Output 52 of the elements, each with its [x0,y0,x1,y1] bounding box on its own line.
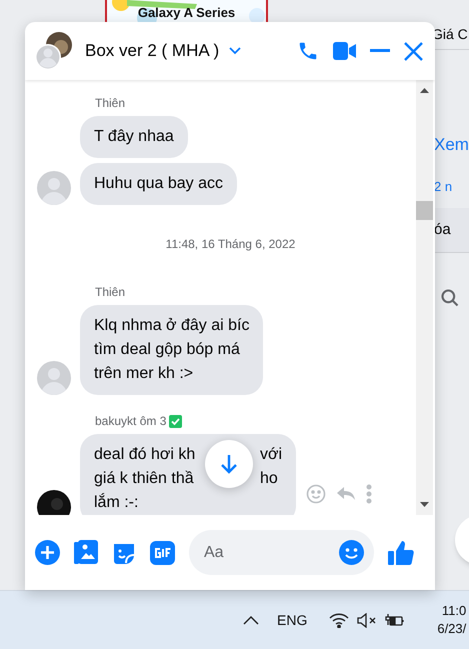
thumbs-up-icon[interactable] [388,540,414,566]
message-field[interactable]: Aa [204,540,339,564]
timestamp: 11:48, 16 Tháng 6, 2022 [164,236,296,253]
message-text: deal đó hơi kh [94,446,196,463]
arrow-down-icon [220,454,238,474]
wifi-icon[interactable] [329,612,350,628]
list-row[interactable]: óa [432,208,469,253]
ad-title: Galaxy A Series [138,5,236,21]
sender-name: Thiên [95,284,126,301]
message-text: trên mer kh :> [94,365,194,382]
row-label: óa [433,220,451,240]
message-text: Huhu qua bay acc [94,175,223,192]
message-text: tìm deal gộp bóp má [94,341,240,358]
gif-icon[interactable] [150,540,175,564]
image-icon[interactable] [74,540,98,565]
sender-name: Thiên [95,95,126,112]
scroll-thumb[interactable] [416,201,433,220]
search-icon[interactable] [440,288,460,308]
clock-time[interactable]: 11:0 [442,602,466,620]
chevron-up-icon[interactable] [243,616,259,624]
message-bubble[interactable]: T đây nhaa [80,116,188,158]
clock-date[interactable]: 6/23/ [431,620,466,638]
see-more-link[interactable]: Xem [432,132,469,158]
timestamp-link[interactable]: 2 n [432,176,452,196]
group-avatar[interactable] [35,32,75,70]
message-text: lắm :-: [94,494,138,511]
sender-name: bakuykt ôm 3 [95,413,166,430]
video-call-icon[interactable] [333,42,356,60]
message-text: ho [260,470,278,487]
language-indicator[interactable]: ENG [277,610,308,630]
message-bubble[interactable]: Huhu qua bay acc [80,163,237,205]
close-icon[interactable] [404,42,423,60]
chevron-down-icon [229,47,242,55]
message-text: Klq nhma ở đây ai bíc [94,317,250,334]
phone-icon[interactable] [297,40,319,62]
message-bubble[interactable]: deal đó hơi kh với giá k thiên thầ ho lắm :-: [80,434,296,515]
ad-banner[interactable]: Galaxy A Series [105,0,268,22]
message-text: T đây nhaa [94,128,174,145]
minimize-icon[interactable] [370,49,390,53]
avatar[interactable] [37,490,71,515]
plus-icon[interactable] [35,540,60,565]
scroll-up-icon[interactable] [420,88,429,93]
battery-charging-icon[interactable] [385,612,406,628]
message-bubble[interactable]: Klq nhma ở đây ai bíc tìm deal gộp bóp má trên mer kh :> [80,305,264,395]
scrollbar[interactable] [416,80,433,515]
chat-title[interactable]: Box ver 2 ( MHA ) [85,38,242,64]
message-text: giá k thiên thầ [94,470,194,487]
emoji-icon[interactable] [339,540,364,565]
speaker-muted-icon[interactable] [357,612,378,628]
message-text: với [260,446,282,463]
message-input[interactable]: Aa [189,530,374,575]
scroll-down-icon[interactable] [420,502,429,507]
